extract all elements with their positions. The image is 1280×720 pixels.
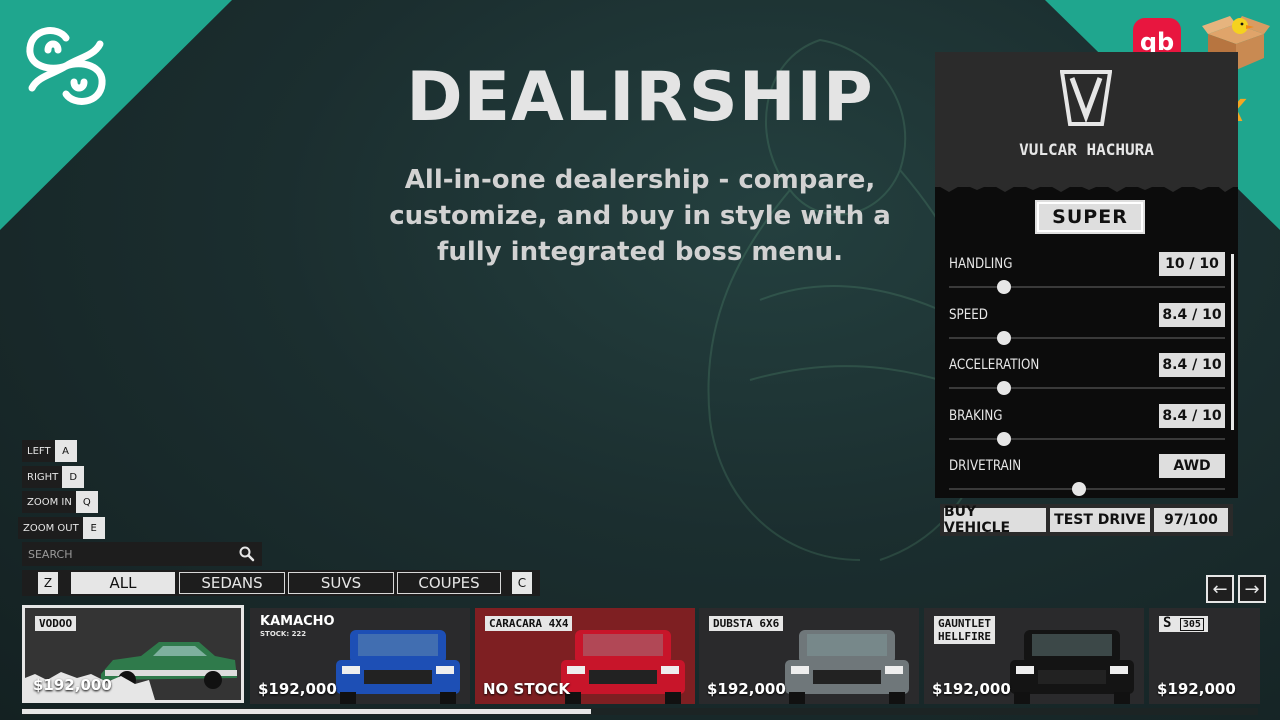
stat-slider-knob[interactable] bbox=[997, 381, 1012, 395]
vehicle-class-badge: SUPER bbox=[1035, 200, 1145, 234]
stat-row-speed: SPEED 8.4 / 10 bbox=[949, 303, 1225, 351]
stat-label: ACCELERATION bbox=[949, 357, 1040, 373]
stat-value: 8.4 / 10 bbox=[1159, 353, 1225, 377]
keybind-label: ZOOM OUT bbox=[23, 522, 79, 534]
keybind-key: Q bbox=[75, 491, 98, 513]
test-drive-button[interactable]: TEST DRIVE bbox=[1050, 508, 1150, 532]
stat-value: 8.4 / 10 bbox=[1159, 303, 1225, 327]
keybind-label: ZOOM IN bbox=[27, 496, 72, 508]
stat-slider-track bbox=[949, 337, 1225, 339]
tab-suvs[interactable]: SUVS bbox=[288, 572, 394, 594]
car-name: CARACARA 4X4 bbox=[485, 616, 573, 631]
car-price: $192,000 bbox=[258, 680, 337, 698]
header-notch-edge bbox=[935, 180, 1238, 192]
page-subtitle: All-in-one dealership - compare, customi… bbox=[389, 165, 891, 267]
page-title: DEALIRSHIP bbox=[406, 58, 874, 137]
tab-coupes[interactable]: COUPES bbox=[397, 572, 501, 594]
vehicle-rating: 97/100 bbox=[1154, 508, 1228, 532]
search-icon[interactable] bbox=[238, 545, 256, 563]
stat-row-acceleration: ACCELERATION 8.4 / 10 bbox=[949, 353, 1225, 401]
car-name: GAUNTLET HELLFIRE bbox=[934, 616, 995, 644]
vulcar-brand-icon bbox=[1060, 70, 1112, 126]
keybind-label: LEFT bbox=[27, 445, 51, 457]
keybind-right: RIGHT D bbox=[22, 466, 85, 488]
stat-slider-knob[interactable] bbox=[997, 331, 1012, 345]
stat-slider-knob[interactable] bbox=[997, 432, 1012, 446]
car-price: NO STOCK bbox=[483, 680, 570, 698]
car-card[interactable]: KAMACHO STOCK: 222 $192,000 bbox=[250, 608, 470, 704]
keybind-key: D bbox=[62, 466, 85, 488]
stats-scrollbar[interactable] bbox=[1231, 254, 1234, 430]
next-category-key[interactable]: C bbox=[512, 572, 532, 594]
stat-row-handling: HANDLING 10 / 10 bbox=[949, 252, 1225, 300]
car-card[interactable]: GAUNTLET HELLFIRE $192,000 bbox=[924, 608, 1144, 704]
stat-slider-knob[interactable] bbox=[997, 280, 1012, 294]
stat-slider-track bbox=[949, 488, 1225, 490]
car-image bbox=[336, 630, 460, 704]
car-price: $192,000 bbox=[932, 680, 1011, 698]
carousel-scroll-thumb[interactable] bbox=[22, 709, 591, 714]
car-card[interactable]: S 305 $192,000 bbox=[1149, 608, 1260, 704]
car-name: KAMACHO bbox=[260, 614, 335, 629]
carousel-next-button[interactable]: → bbox=[1238, 575, 1266, 603]
brand-logo-icon bbox=[26, 27, 106, 105]
stat-value: 8.4 / 10 bbox=[1159, 404, 1225, 428]
car-price: $192,000 bbox=[33, 676, 112, 694]
car-price: $192,000 bbox=[1157, 680, 1236, 698]
search-input[interactable] bbox=[22, 542, 232, 566]
keybind-key: A bbox=[54, 440, 77, 462]
buy-vehicle-button[interactable]: BUY VEHICLE bbox=[944, 504, 1046, 536]
stat-value: AWD bbox=[1159, 454, 1225, 478]
search-box[interactable] bbox=[22, 542, 262, 566]
car-name: DUBSTA 6X6 bbox=[709, 616, 784, 631]
stat-label: BRAKING bbox=[949, 408, 1003, 424]
car-card[interactable]: CARACARA 4X4 NO STOCK bbox=[475, 608, 695, 704]
car-name: VODOO bbox=[35, 616, 77, 631]
car-image bbox=[785, 630, 909, 704]
carousel-prev-button[interactable]: ← bbox=[1206, 575, 1234, 603]
keybind-zoom-in: ZOOM IN Q bbox=[22, 491, 98, 513]
car-price: $192,000 bbox=[707, 680, 786, 698]
tab-all[interactable]: ALL bbox=[71, 572, 175, 594]
category-bar: Z ALL SEDANS SUVS COUPES C bbox=[22, 570, 540, 596]
stat-slider-knob[interactable] bbox=[1071, 482, 1086, 496]
stat-slider-track bbox=[949, 286, 1225, 288]
keybind-left: LEFT A bbox=[22, 440, 77, 462]
car-card[interactable]: VODOO $192,000 bbox=[22, 605, 244, 703]
tab-sedans[interactable]: SEDANS bbox=[179, 572, 285, 594]
stat-label: SPEED bbox=[949, 307, 988, 323]
action-bar: BUY VEHICLE TEST DRIVE 97/100 bbox=[940, 504, 1233, 536]
car-name: S 305 bbox=[1159, 616, 1208, 632]
vehicle-info-panel: VULCAR HACHURA SUPER HANDLING 10 / 10 SPEE… bbox=[935, 52, 1238, 498]
stat-label: HANDLING bbox=[949, 256, 1013, 272]
car-stock: STOCK: 222 bbox=[260, 630, 307, 638]
stat-slider-track bbox=[949, 438, 1225, 440]
keybind-key: E bbox=[82, 517, 105, 539]
stat-label: DRIVETRAIN bbox=[949, 458, 1022, 474]
stat-row-drivetrain: DRIVETRAIN AWD bbox=[949, 454, 1225, 502]
vehicle-header: VULCAR HACHURA bbox=[935, 52, 1238, 187]
keybind-zoom-out: ZOOM OUT E bbox=[18, 517, 105, 539]
stat-slider-track bbox=[949, 387, 1225, 389]
keybind-label: RIGHT bbox=[27, 471, 59, 483]
prev-category-key[interactable]: Z bbox=[38, 572, 58, 594]
car-image bbox=[1010, 630, 1134, 704]
stat-row-braking: BRAKING 8.4 / 10 bbox=[949, 404, 1225, 452]
stat-value: 10 / 10 bbox=[1159, 252, 1225, 276]
vehicle-name: VULCAR HACHURA bbox=[1019, 140, 1154, 159]
car-card[interactable]: DUBSTA 6X6 $192,000 bbox=[699, 608, 919, 704]
